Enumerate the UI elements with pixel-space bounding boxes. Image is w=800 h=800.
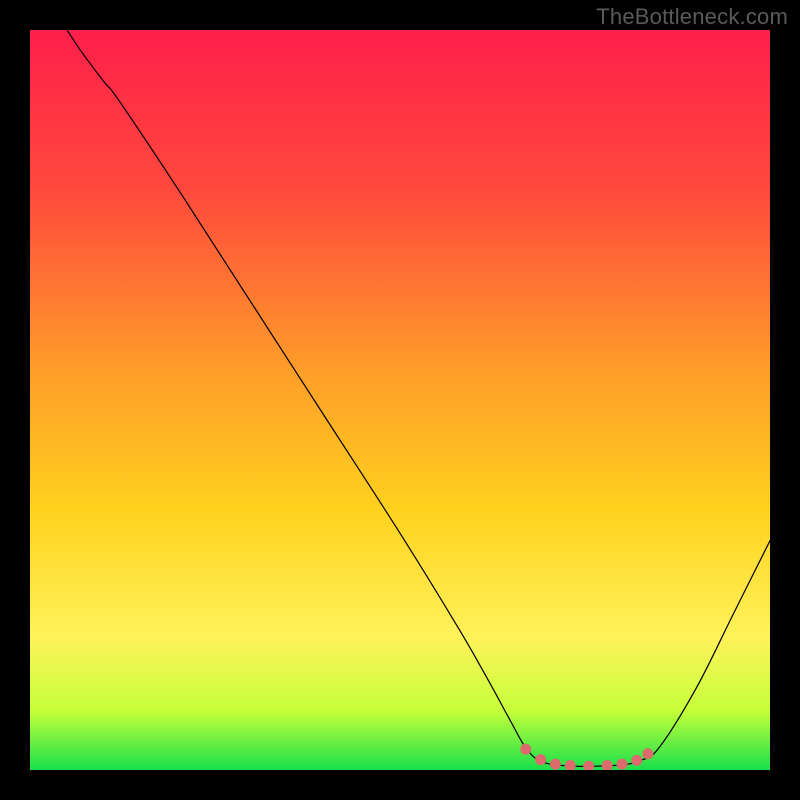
highlight-markers-point (602, 760, 613, 771)
highlight-markers-point (583, 761, 594, 772)
highlight-markers-point (617, 759, 628, 770)
chart-container: TheBottleneck.com (0, 0, 800, 800)
bottleneck-chart (0, 0, 800, 800)
highlight-markers-point (565, 760, 576, 771)
highlight-markers-point (535, 754, 546, 765)
highlight-markers-point (520, 744, 531, 755)
highlight-markers-point (631, 755, 642, 766)
highlight-markers-point (642, 748, 653, 759)
watermark-text: TheBottleneck.com (596, 4, 788, 30)
highlight-markers-point (550, 759, 561, 770)
plot-background (30, 30, 770, 770)
